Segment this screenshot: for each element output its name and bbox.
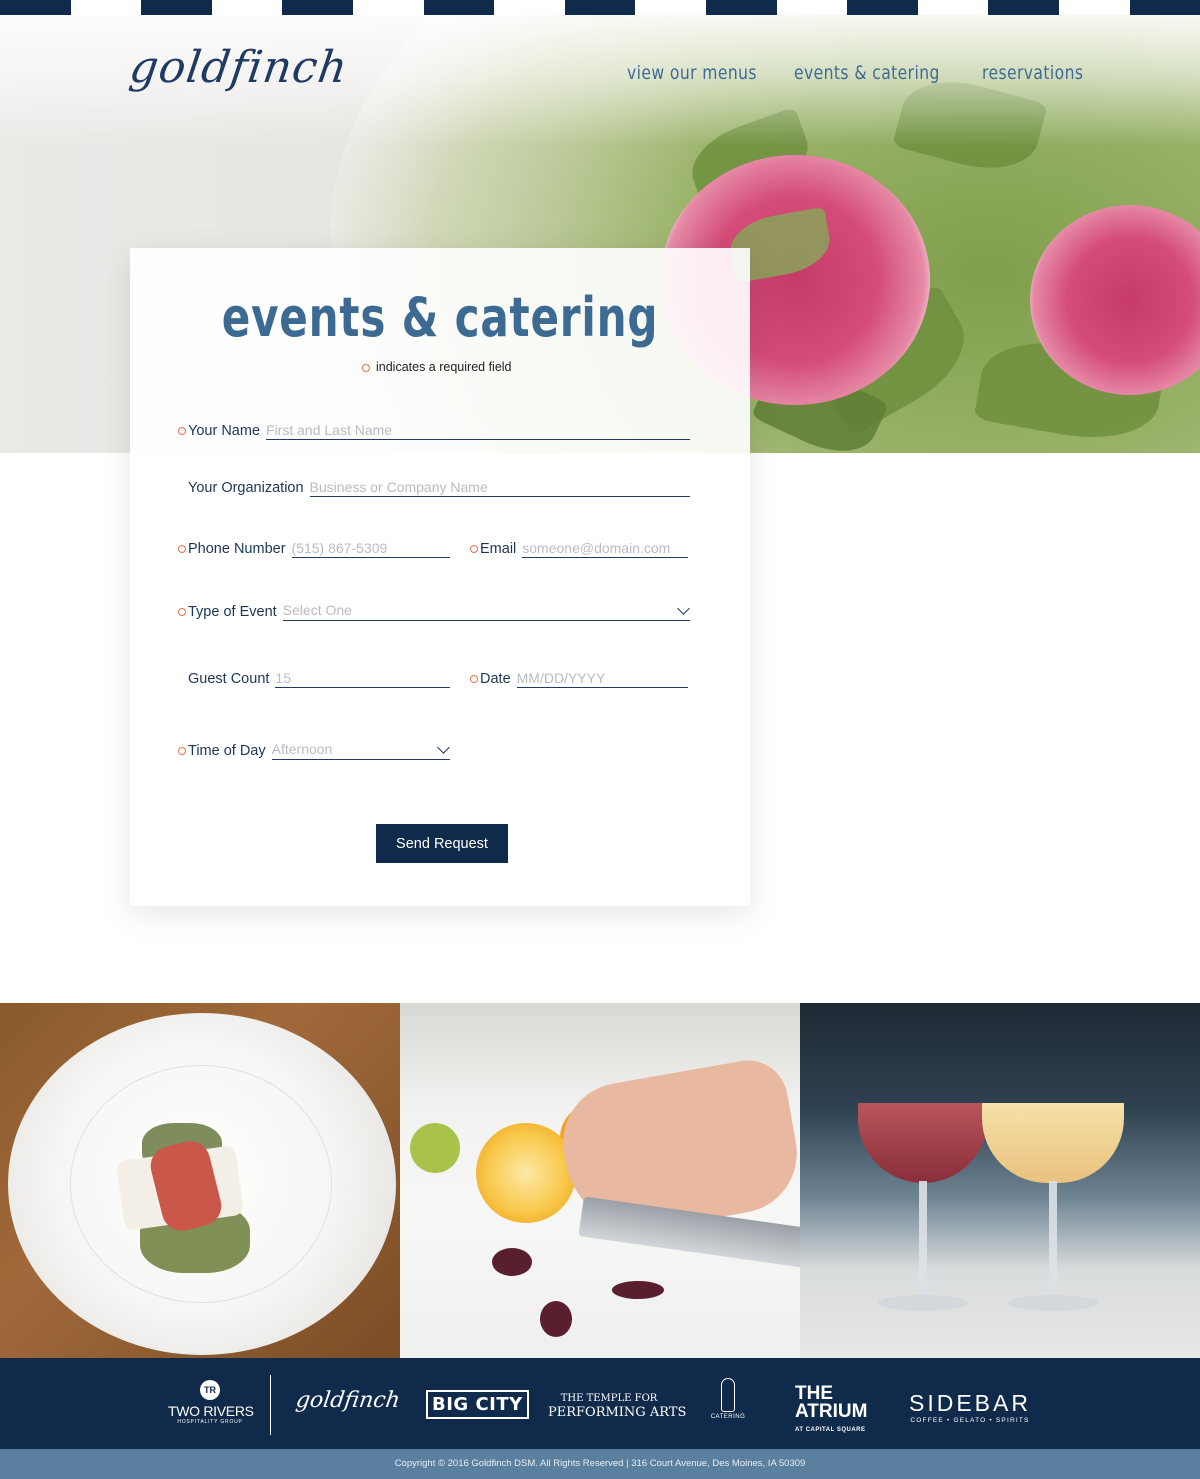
tr-mark-icon: TR bbox=[200, 1380, 220, 1400]
time-of-day-selected-value: Afternoon bbox=[271, 741, 333, 757]
time-of-day-label: Time of Day bbox=[188, 743, 266, 759]
form-title: events & catering bbox=[221, 286, 659, 349]
nav-reservations[interactable]: reservations bbox=[982, 62, 1083, 84]
event-type-selected-value: Select One bbox=[282, 602, 352, 618]
chef-slicing-beets-photo bbox=[400, 1003, 800, 1358]
required-marker-icon bbox=[178, 427, 186, 435]
fork-knife-icon bbox=[721, 1378, 735, 1412]
big-city-logo[interactable]: BIG CITY bbox=[426, 1390, 529, 1419]
two-rivers-sub: HOSPITALITY GROUP bbox=[177, 1419, 243, 1425]
required-marker-icon bbox=[470, 675, 478, 683]
catering-text: CATERING bbox=[710, 1414, 746, 1420]
email-label: Email bbox=[480, 541, 517, 557]
required-marker-icon bbox=[362, 363, 370, 372]
copyright-text: Copyright © 2016 Goldfinch DSM. All Righ… bbox=[0, 1449, 1200, 1479]
name-label: Your Name bbox=[188, 423, 261, 439]
two-rivers-logo[interactable]: TR TWO RIVERS HOSPITALITY GROUP bbox=[168, 1380, 254, 1425]
footer-divider bbox=[270, 1375, 271, 1435]
name-field: Your Name bbox=[178, 420, 690, 440]
required-marker-icon bbox=[178, 608, 186, 616]
phone-input[interactable] bbox=[291, 538, 450, 557]
atrium-line2: ATRIUM bbox=[795, 1401, 868, 1422]
organization-field: Your Organization bbox=[188, 477, 690, 497]
nav-view-our-menus[interactable]: view our menus bbox=[627, 62, 757, 84]
temple-line1: THE TEMPLE FOR bbox=[560, 1393, 658, 1404]
required-note: indicates a required field bbox=[362, 360, 512, 374]
sidebar-name: SIDEBAR bbox=[909, 1390, 1031, 1416]
required-marker-icon bbox=[470, 545, 478, 553]
two-rivers-name: TWO RIVERS bbox=[168, 1403, 254, 1419]
email-input[interactable] bbox=[522, 538, 688, 557]
atrium-sub: AT CAPITAL SQUARE bbox=[795, 1427, 866, 1433]
chevron-down-icon[interactable] bbox=[677, 602, 690, 615]
guest-count-field: Guest Count bbox=[188, 668, 450, 688]
cocktail-glasses-photo bbox=[800, 1003, 1200, 1358]
event-type-label: Type of Event bbox=[188, 604, 277, 620]
nav-events-catering[interactable]: events & catering bbox=[794, 62, 940, 84]
atrium-logo[interactable]: THE ATRIUM AT CAPITAL SQUARE bbox=[795, 1384, 868, 1439]
email-field: Email bbox=[470, 538, 688, 558]
top-stripe bbox=[0, 0, 1200, 15]
time-of-day-select[interactable]: Afternoon bbox=[271, 740, 450, 760]
guest-count-input[interactable] bbox=[275, 668, 450, 687]
footer-brand-bar: TR TWO RIVERS HOSPITALITY GROUP goldfinc… bbox=[0, 1358, 1200, 1449]
plated-fish-photo bbox=[0, 1003, 400, 1358]
send-request-button[interactable]: Send Request bbox=[376, 824, 508, 863]
sidebar-logo[interactable]: SIDEBAR COFFEE • GELATO • SPIRITS bbox=[909, 1390, 1031, 1424]
sidebar-sub: COFFEE • GELATO • SPIRITS bbox=[910, 1417, 1030, 1424]
required-marker-icon bbox=[178, 545, 186, 553]
phone-field: Phone Number bbox=[178, 538, 450, 558]
name-input[interactable] bbox=[266, 420, 690, 439]
date-label: Date bbox=[480, 671, 511, 687]
events-catering-form-card: events & catering indicates a required f… bbox=[130, 248, 750, 906]
temple-line2: PERFORMING ARTS bbox=[548, 1405, 687, 1420]
event-type-field: Type of Event Select One bbox=[178, 601, 690, 621]
temple-performing-arts-logo[interactable]: THE TEMPLE FOR PERFORMING ARTS bbox=[548, 1392, 687, 1420]
guest-count-label: Guest Count bbox=[188, 671, 270, 687]
date-input[interactable] bbox=[516, 668, 688, 687]
date-field: Date bbox=[470, 668, 688, 688]
organization-input[interactable] bbox=[309, 477, 690, 496]
organization-label: Your Organization bbox=[188, 480, 304, 496]
goldfinch-logo[interactable]: goldfinch bbox=[126, 42, 351, 93]
event-type-select[interactable]: Select One bbox=[282, 601, 690, 621]
phone-label: Phone Number bbox=[188, 541, 286, 557]
catering-logo[interactable]: CATERING bbox=[706, 1378, 750, 1420]
time-of-day-field: Time of Day Afternoon bbox=[178, 740, 450, 760]
required-note-text: indicates a required field bbox=[376, 360, 512, 374]
chevron-down-icon[interactable] bbox=[437, 741, 450, 754]
required-marker-icon bbox=[178, 747, 186, 755]
goldfinch-footer-logo[interactable]: goldfinch bbox=[294, 1388, 401, 1413]
